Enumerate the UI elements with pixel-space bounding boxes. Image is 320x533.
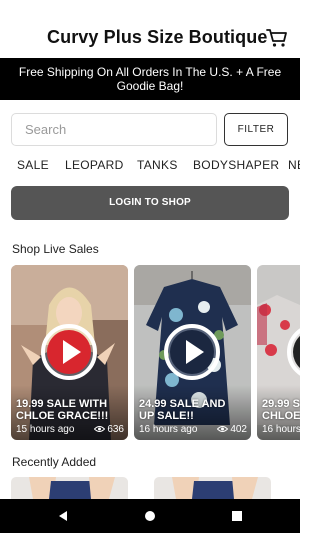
live-sale-card[interactable]: 29.99 SALE CHLOE 16 hours ago [257, 265, 300, 440]
category-nav: SALE LEOPARD TANKS BODYSHAPER NEW [0, 158, 300, 176]
promo-line-1: Free Shipping On All Orders In The U.S. … [18, 65, 282, 79]
promo-banner: Free Shipping On All Orders In The U.S. … [0, 58, 300, 100]
live-sale-title: 19.99 SALE WITH CHLOE GRACE!!! [16, 398, 109, 422]
recently-added-heading: Recently Added [12, 455, 97, 469]
app-title: Curvy Plus Size Boutique [47, 27, 268, 47]
play-icon[interactable] [285, 322, 300, 382]
category-tab-tanks[interactable]: TANKS [137, 158, 178, 172]
live-sale-time: 15 hours ago [16, 424, 75, 435]
filter-button[interactable]: FILTER [224, 113, 288, 146]
search-input[interactable] [12, 114, 216, 145]
play-icon[interactable] [39, 322, 99, 382]
app-header: Curvy Plus Size Boutique [0, 0, 300, 58]
cart-icon[interactable] [266, 28, 288, 48]
recents-square-icon[interactable] [231, 510, 243, 522]
recent-product-thumbnail [11, 477, 128, 499]
recent-product-thumbnail [154, 477, 271, 499]
play-icon[interactable] [162, 322, 222, 382]
home-circle-icon[interactable] [144, 510, 156, 522]
live-sale-time: 16 hours ago [139, 424, 198, 435]
live-sale-title: 24.99 SALE AND UP SALE!! [139, 398, 226, 422]
category-tab-bodyshaper[interactable]: BODYSHAPER [193, 158, 279, 172]
recent-product-card[interactable] [11, 477, 128, 499]
category-tab-sale[interactable]: SALE [17, 158, 49, 172]
promo-line-2: Goodie Bag! [116, 79, 184, 93]
search-box [11, 113, 217, 146]
live-sale-card[interactable]: 19.99 SALE WITH CHLOE GRACE!!! 15 hours … [11, 265, 128, 440]
back-triangle-icon[interactable] [57, 510, 69, 522]
category-tab-leopard[interactable]: LEOPARD [65, 158, 124, 172]
live-sale-views: 402 [217, 424, 247, 435]
live-sale-time: 16 hours ago [262, 424, 300, 435]
eye-icon [94, 426, 106, 433]
live-sale-title: 29.99 SALE CHLOE [262, 398, 300, 422]
login-to-shop-button[interactable]: LOGIN TO SHOP [11, 186, 289, 220]
category-tab-new[interactable]: NEW [288, 158, 300, 172]
recent-product-card[interactable] [154, 477, 271, 499]
live-sale-views: 636 [94, 424, 124, 435]
live-sales-heading: Shop Live Sales [12, 242, 99, 256]
eye-icon [217, 426, 229, 433]
live-sale-card[interactable]: 24.99 SALE AND UP SALE!! 16 hours ago 40… [134, 265, 251, 440]
